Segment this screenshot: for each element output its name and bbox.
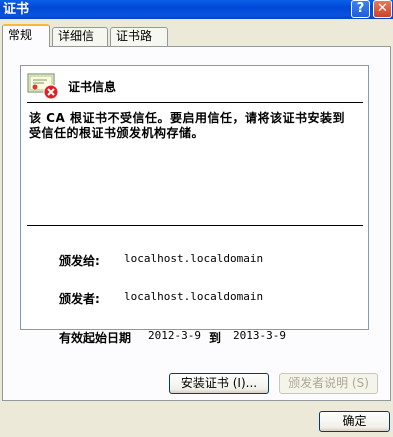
certificate-error-icon: [27, 73, 59, 100]
install-certificate-button[interactable]: 安装证书 (I)...: [169, 373, 269, 394]
tab-certification-path[interactable]: 证书路径: [110, 27, 168, 60]
issued-by-label: 颁发者:: [59, 292, 100, 306]
certificate-heading: 证书信息: [68, 80, 117, 94]
divider: [27, 225, 363, 226]
divider: [27, 102, 363, 103]
help-button[interactable]: ?: [351, 0, 370, 18]
trust-warning-text: 该 CA 根证书不受信任。要启用信任，请将该证书安装到受信任的根证书颁发机构存储…: [29, 111, 345, 140]
title-bar: 证书 ? ✕: [0, 0, 393, 19]
close-button[interactable]: ✕: [373, 0, 392, 18]
window-title: 证书: [3, 2, 30, 17]
tab-panel: 证书信息 该 CA 根证书不受信任。要启用信任，请将该证书安装到受信任的根证书颁…: [2, 46, 391, 401]
valid-from-label: 有效起始日期: [59, 331, 132, 345]
issuer-statement-button[interactable]: 颁发者说明 (S): [279, 373, 378, 394]
valid-from-value: 2012-3-9: [148, 329, 201, 342]
tab-details[interactable]: 详细信息: [52, 27, 108, 60]
issued-to-value: localhost.localdomain: [124, 252, 264, 265]
ok-button[interactable]: 确定: [319, 411, 390, 432]
certificate-info-box: 证书信息 该 CA 根证书不受信任。要启用信任，请将该证书安装到受信任的根证书颁…: [20, 65, 369, 345]
valid-to-label: 到: [209, 331, 222, 345]
issued-by-value: localhost.localdomain: [124, 290, 264, 303]
valid-to-value: 2013-3-9: [233, 329, 286, 342]
issued-to-label: 颁发给:: [59, 254, 100, 268]
tab-general[interactable]: 常规: [2, 24, 50, 47]
